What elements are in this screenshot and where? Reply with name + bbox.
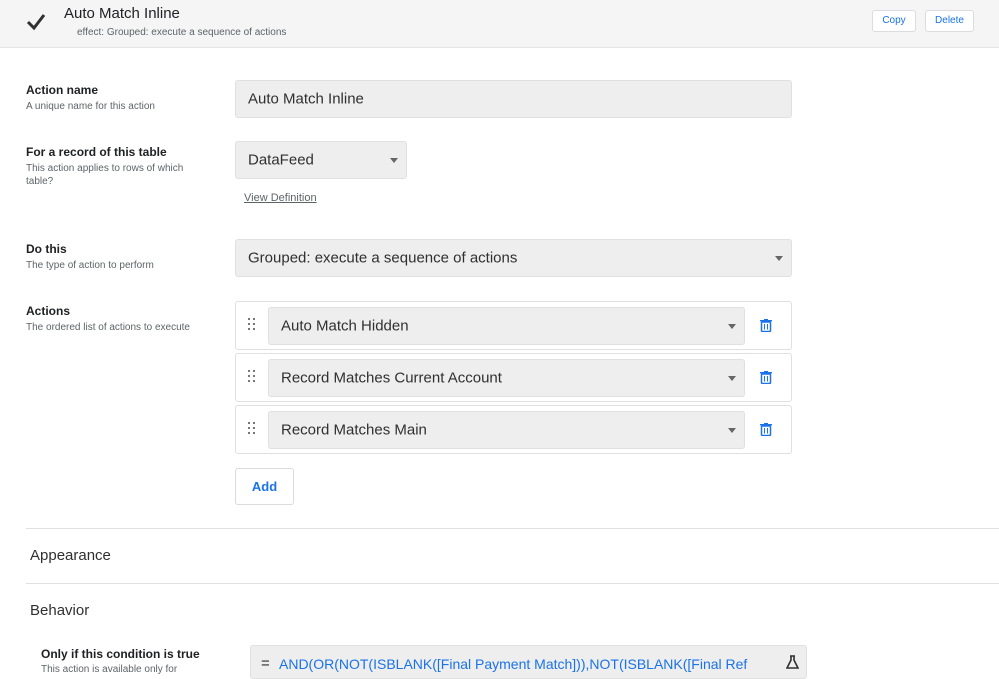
copy-button[interactable]: Copy	[872, 10, 916, 32]
action-name-description: A unique name for this action	[26, 101, 155, 112]
action-item-value: Record Matches Main	[281, 421, 427, 439]
action-item-select[interactable]: Record Matches Main	[268, 411, 745, 449]
action-item-select[interactable]: Record Matches Current Account	[268, 359, 745, 397]
chevron-down-icon	[728, 376, 736, 381]
action-list-item[interactable]: Record Matches Current Account	[235, 353, 792, 402]
action-subtitle: effect: Grouped: execute a sequence of a…	[77, 27, 287, 38]
section-behavior[interactable]: Behavior	[30, 602, 89, 619]
more-menu-icon[interactable]: ⋮	[994, 16, 999, 30]
check-icon	[26, 14, 46, 31]
condition-label: Only if this condition is true	[41, 647, 200, 661]
drag-handle-icon[interactable]	[248, 370, 256, 382]
action-name-label: Action name	[26, 83, 99, 97]
action-name-value: Auto Match Inline	[248, 90, 364, 108]
actions-label: Actions	[26, 304, 71, 318]
action-list-item[interactable]: Auto Match Hidden	[235, 301, 792, 350]
delete-button[interactable]: Delete	[925, 10, 974, 32]
chevron-down-icon	[775, 256, 783, 261]
drag-handle-icon[interactable]	[248, 318, 256, 330]
table-description: This action applies to rows of which tab…	[26, 163, 184, 187]
divider	[26, 528, 999, 529]
trash-icon[interactable]	[760, 371, 772, 384]
do-this-description: The type of action to perform	[26, 260, 154, 271]
view-definition-link[interactable]: View Definition	[244, 192, 317, 204]
chevron-down-icon	[390, 158, 398, 163]
action-header[interactable]: Auto Match Inline effect: Grouped: execu…	[0, 0, 999, 48]
table-select-value: DataFeed	[248, 151, 314, 169]
chevron-down-icon	[728, 428, 736, 433]
trash-icon[interactable]	[760, 319, 772, 332]
action-name-input[interactable]: Auto Match Inline	[235, 80, 792, 118]
action-item-select[interactable]: Auto Match Hidden	[268, 307, 745, 345]
chevron-down-icon	[728, 324, 736, 329]
add-action-button[interactable]: Add	[235, 468, 294, 505]
condition-expression: AND(OR(NOT(ISBLANK([Final Payment Match]…	[279, 656, 748, 672]
action-item-value: Auto Match Hidden	[281, 317, 409, 335]
flask-icon[interactable]	[786, 655, 799, 669]
action-item-value: Record Matches Current Account	[281, 369, 502, 387]
equals-sign: =	[261, 655, 270, 672]
drag-handle-icon[interactable]	[248, 422, 256, 434]
condition-description: This action is available only for	[41, 664, 178, 675]
action-title: Auto Match Inline	[64, 5, 180, 22]
table-label: For a record of this table	[26, 145, 167, 159]
action-list-item[interactable]: Record Matches Main	[235, 405, 792, 454]
do-this-select[interactable]: Grouped: execute a sequence of actions	[235, 239, 792, 277]
section-appearance[interactable]: Appearance	[30, 547, 111, 564]
divider	[26, 583, 999, 584]
table-select[interactable]: DataFeed	[235, 141, 407, 179]
trash-icon[interactable]	[760, 423, 772, 436]
actions-description: The ordered list of actions to execute	[26, 322, 190, 333]
do-this-select-value: Grouped: execute a sequence of actions	[248, 249, 518, 267]
condition-expression-input[interactable]: = AND(OR(NOT(ISBLANK([Final Payment Matc…	[250, 645, 807, 679]
do-this-label: Do this	[26, 242, 67, 256]
